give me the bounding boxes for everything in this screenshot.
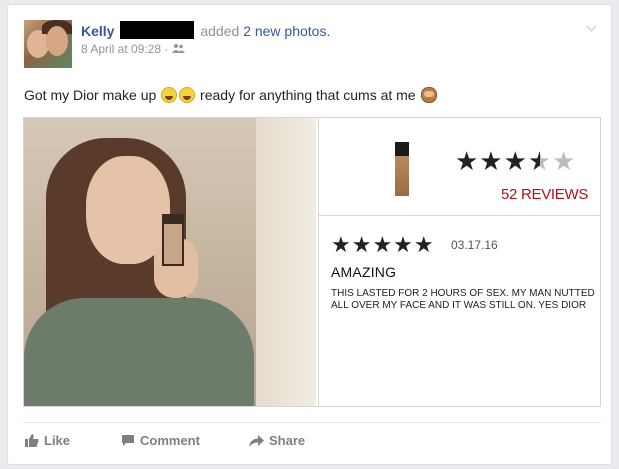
share-button[interactable]: Share [249,433,305,448]
action-prefix: added [200,23,240,39]
reviews-count[interactable]: 52 REVIEWS [501,186,588,203]
author-name-link[interactable]: Kelly [81,23,114,39]
see-no-evil-monkey-emoji-icon [420,87,437,103]
chevron-down-icon[interactable] [587,23,597,33]
comment-button[interactable]: Comment [121,433,200,448]
timestamp-link[interactable]: 8 April at 09:28 · [81,42,168,56]
review-rating-stars: ★★★★★ [331,232,435,258]
empty-star-icon: ★ [551,146,577,176]
selfie-photo[interactable] [24,118,316,406]
review-body: THIS LASTED FOR 2 HOURS OF SEX. MY MAN N… [331,288,595,311]
post-text-part2: ready for anything that cums at me [200,87,416,103]
thumbs-up-icon [25,434,39,447]
product-rating-stars: ★★★★★★ [455,146,576,177]
tears-of-joy-emoji-icon [179,87,196,103]
half-star-empty-icon: ★ [540,146,552,177]
comment-label: Comment [140,433,200,448]
comment-icon [122,435,134,446]
avatar[interactable] [24,20,72,68]
redacted-name-block [120,21,195,39]
half-star-icon: ★ [528,146,540,177]
post-action: added 2 new photos. [200,23,330,39]
share-label: Share [269,433,306,448]
product-rating-panel: ★★★★★★ 52 REVIEWS [318,118,600,216]
star-icon: ★★★★★ [331,232,435,257]
review-date: 03.17.16 [451,238,498,252]
post-text-part1: Got my Dior make up [24,87,157,103]
review-title: AMAZING [331,264,397,280]
tears-of-joy-emoji-icon [161,87,178,103]
post-meta: 8 April at 09:28 · [81,42,185,56]
friends-icon[interactable] [171,44,185,56]
like-label: Like [44,433,71,448]
like-button[interactable]: Like [25,433,70,448]
photos-link[interactable]: 2 new photos. [243,23,330,39]
foundation-bottle-image [395,142,409,196]
photo-collage[interactable]: ★★★★★★ 52 REVIEWS ★★★★★ 03.17.16 AMAZING… [23,117,601,407]
review-panel: ★★★★★ 03.17.16 AMAZING THIS LASTED FOR 2… [318,216,600,406]
post-header: Kelly added 2 new photos. [81,21,330,39]
star-icon: ★★★ [455,146,528,176]
post-actions-bar: Like Comment Share [23,422,601,454]
share-arrow-icon [249,435,264,447]
post-text: Got my Dior make up ready for anything t… [24,87,438,103]
post-card: Kelly added 2 new photos. 8 April at 09:… [7,4,612,465]
